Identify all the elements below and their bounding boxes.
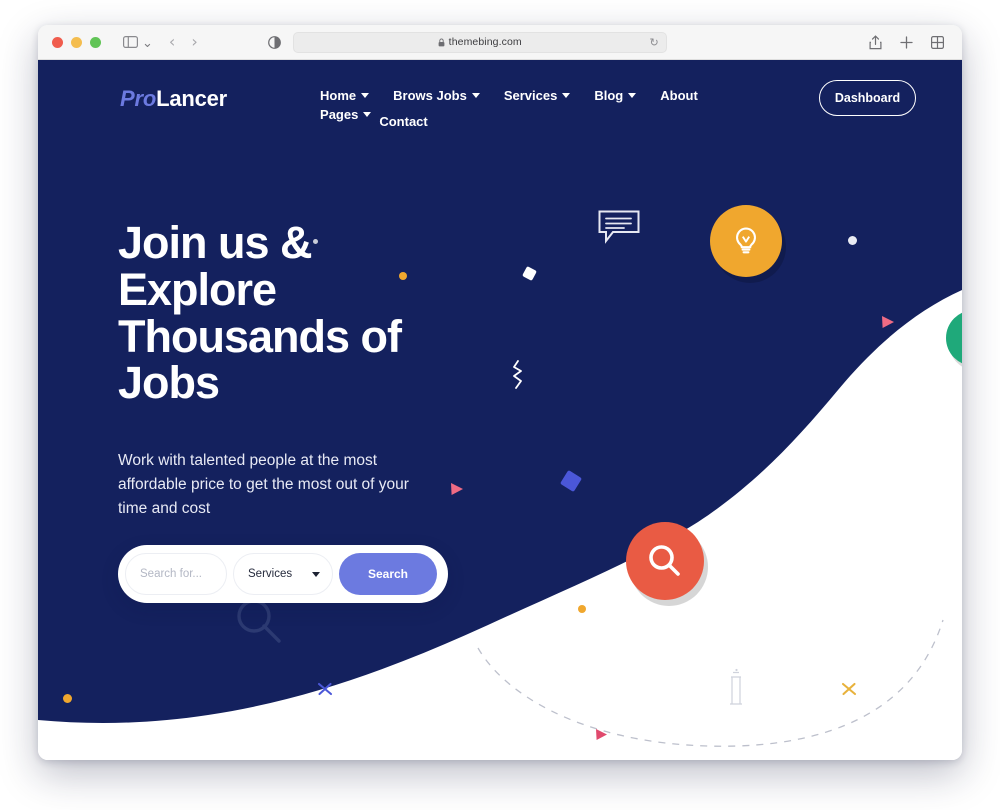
page-title: Join us & Explore Thousands of Jobs — [118, 217, 402, 409]
hero-subtitle: Work with talented people at the most af… — [118, 452, 409, 517]
chat-bubble-icon — [598, 210, 640, 244]
browser-toolbar: ⌄ ‹ › themebing.com ↻ — [38, 25, 962, 60]
page-viewport: ProLancer Home Brows Jobs Services Blog — [38, 60, 962, 760]
chevron-down-icon — [628, 93, 637, 98]
menu-item-services[interactable]: Services — [504, 86, 571, 105]
magnifier-icon — [649, 545, 680, 576]
search-badge[interactable] — [626, 522, 704, 600]
menu-item-label: Pages — [320, 107, 359, 122]
reader-view-icon[interactable] — [267, 35, 281, 49]
idea-badge[interactable] — [710, 205, 782, 277]
browser-nav-buttons: ‹ › — [169, 34, 198, 50]
hero-content: Join us & Explore Thousands of Jobs Work… — [118, 217, 518, 520]
close-window-button[interactable] — [52, 36, 63, 48]
url-text: themebing.com — [448, 36, 522, 48]
menu-item-label: Blog — [594, 88, 624, 103]
menu-item-about[interactable]: About — [660, 86, 698, 105]
menu-item-label: About — [660, 88, 698, 103]
tab-overview-icon[interactable] — [931, 35, 944, 49]
new-tab-icon[interactable] — [900, 35, 913, 49]
decor-triangle-pink-2 — [882, 316, 894, 328]
menu-item-label: Brows Jobs — [393, 88, 467, 103]
menu-item-label: Home — [320, 88, 357, 103]
back-button[interactable]: ‹ — [169, 34, 175, 50]
logo-first-part: Pro — [120, 86, 157, 111]
chevron-down-icon — [471, 93, 480, 98]
search-button[interactable]: Search — [339, 553, 437, 595]
decor-triangle-pink-3 — [596, 729, 607, 740]
forward-button[interactable]: › — [191, 34, 197, 50]
decor-dot-orange-3 — [63, 694, 72, 703]
menu-item-contact[interactable]: Contact — [379, 112, 427, 131]
pillar-icon — [730, 668, 742, 705]
dashboard-button-label: Dashboard — [834, 91, 901, 105]
check-icon — [961, 325, 962, 351]
site-navigation: ProLancer Home Brows Jobs Services Blog — [38, 60, 962, 148]
menu-item-home[interactable]: Home — [320, 86, 370, 105]
reload-icon[interactable]: ↻ — [650, 36, 659, 49]
chevron-down-icon[interactable]: ⌄ — [142, 36, 153, 49]
magnifier-watermark-icon — [237, 599, 281, 643]
search-input[interactable] — [125, 553, 227, 595]
logo-second-part: Lancer — [156, 86, 228, 111]
decor-dot-orange-2 — [578, 605, 586, 613]
menu-item-blog[interactable]: Blog — [594, 86, 637, 105]
toolbar-right-icons — [869, 34, 944, 50]
menu-item-pages[interactable]: Pages — [320, 105, 372, 124]
job-search-widget: Services Search — [118, 545, 448, 603]
maximize-window-button[interactable] — [90, 36, 101, 48]
menu-item-label: Contact — [379, 114, 428, 129]
decor-cross-yellow — [841, 682, 857, 696]
window-controls — [52, 36, 101, 48]
category-select-value: Services — [248, 568, 293, 580]
main-menu: Home Brows Jobs Services Blog About Page… — [320, 86, 720, 131]
share-icon[interactable] — [869, 34, 882, 50]
sidebar-controls: ⌄ — [123, 36, 153, 49]
lightbulb-icon — [736, 227, 756, 254]
category-select[interactable]: Services — [233, 553, 333, 595]
site-logo[interactable]: ProLancer — [120, 86, 227, 112]
menu-item-brows-jobs[interactable]: Brows Jobs — [393, 86, 480, 105]
dashboard-button[interactable]: Dashboard — [819, 80, 916, 116]
browser-window: ⌄ ‹ › themebing.com ↻ ProLancer Home Bro… — [38, 25, 962, 760]
chevron-down-icon — [363, 112, 372, 117]
sidebar-toggle-icon[interactable] — [123, 36, 138, 48]
decor-cross-blue — [317, 682, 333, 696]
minimize-window-button[interactable] — [71, 36, 82, 48]
chevron-down-icon — [361, 93, 370, 98]
lock-icon — [438, 38, 445, 47]
address-bar[interactable]: themebing.com ↻ — [292, 31, 667, 53]
chevron-down-icon — [562, 93, 571, 98]
decor-dot-white — [848, 236, 857, 245]
menu-item-label: Services — [503, 88, 558, 103]
chevron-down-icon — [312, 571, 320, 577]
